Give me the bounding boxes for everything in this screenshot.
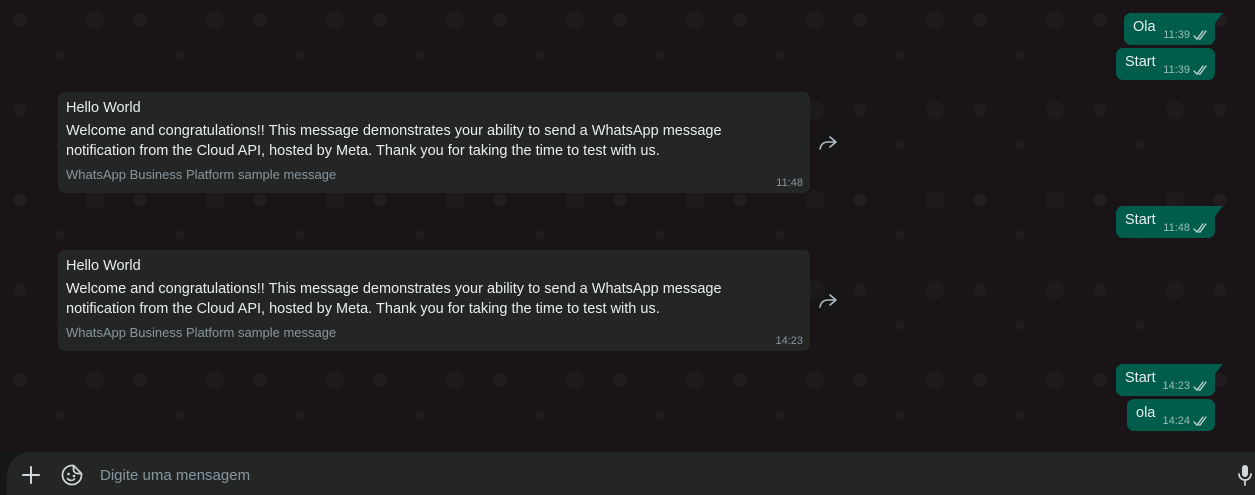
- sticker-icon[interactable]: [61, 464, 83, 486]
- message-footer: WhatsApp Business Platform sample messag…: [66, 167, 337, 182]
- message-time: 14:23: [775, 335, 803, 347]
- forward-button[interactable]: [814, 287, 842, 315]
- message-footer: WhatsApp Business Platform sample messag…: [66, 325, 337, 340]
- outgoing-message[interactable]: ola 14:24: [1127, 399, 1215, 431]
- chat-area: Ola 11:39 Start 11:39 Hello World Welcom…: [0, 0, 1255, 452]
- message-meta: 11:39: [1163, 64, 1209, 76]
- message-time: 11:48: [1163, 222, 1190, 234]
- incoming-template-message[interactable]: Hello World Welcome and congratulations!…: [58, 250, 810, 351]
- plus-icon[interactable]: [21, 465, 41, 485]
- message-meta: 14:24: [1162, 415, 1209, 427]
- message-text: Ola: [1133, 19, 1156, 35]
- outgoing-message[interactable]: Start 14:23: [1116, 364, 1223, 396]
- message-time: 11:39: [1163, 64, 1190, 76]
- message-composer: [7, 452, 1255, 495]
- outgoing-message[interactable]: Start 11:39: [1116, 48, 1215, 80]
- message-text: ola: [1136, 405, 1156, 421]
- message-text: Start: [1125, 370, 1156, 386]
- double-check-icon: [1193, 222, 1207, 233]
- incoming-template-message[interactable]: Hello World Welcome and congratulations!…: [58, 92, 810, 193]
- message-body: Welcome and congratulations!! This messa…: [66, 123, 722, 159]
- bubble-tail: [1215, 364, 1223, 374]
- outgoing-message[interactable]: Start 11:48: [1116, 206, 1223, 238]
- message-meta: 14:23: [1162, 380, 1209, 392]
- message-meta: 11:48: [1163, 222, 1209, 234]
- microphone-icon[interactable]: [1237, 464, 1253, 486]
- message-text: Start: [1125, 212, 1156, 228]
- outgoing-message[interactable]: Ola 11:39: [1124, 13, 1223, 45]
- message-title: Hello World: [66, 100, 141, 116]
- message-meta: 11:39: [1163, 29, 1209, 41]
- message-text: Start: [1125, 54, 1156, 70]
- double-check-icon: [1193, 64, 1207, 75]
- bubble-tail: [1215, 13, 1223, 23]
- double-check-icon: [1193, 380, 1207, 391]
- message-time: 14:23: [1162, 380, 1190, 392]
- message-title: Hello World: [66, 258, 141, 274]
- double-check-icon: [1193, 415, 1207, 426]
- double-check-icon: [1193, 29, 1207, 40]
- message-time: 11:48: [776, 177, 803, 189]
- message-input[interactable]: [98, 460, 1212, 490]
- forward-button[interactable]: [814, 129, 842, 157]
- forward-icon: [819, 294, 837, 308]
- message-time: 11:39: [1163, 29, 1190, 41]
- message-body: Welcome and congratulations!! This messa…: [66, 281, 722, 317]
- bubble-tail: [1215, 206, 1223, 216]
- forward-icon: [819, 136, 837, 150]
- message-time: 14:24: [1162, 415, 1190, 427]
